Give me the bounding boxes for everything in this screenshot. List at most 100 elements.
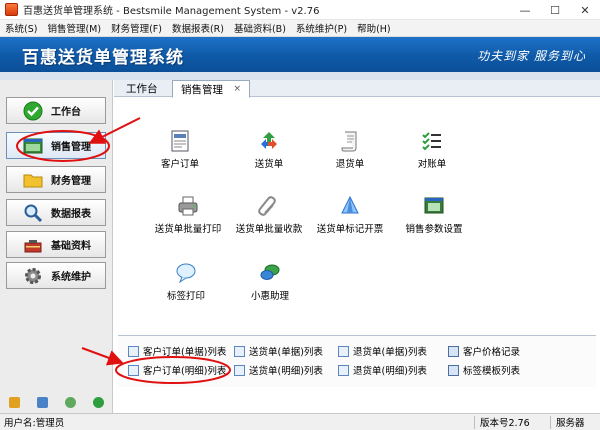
module-label: 对账单	[417, 159, 447, 170]
status-user: 用户名:管理员	[4, 418, 65, 429]
close-button[interactable]: ✕	[570, 0, 600, 20]
link-customer-order-list[interactable]: 客户订单(单据)列表	[128, 344, 226, 358]
module-label: 送货单标记开票	[316, 224, 384, 235]
cone-icon	[339, 195, 361, 217]
tab-workbench[interactable]: 工作台	[118, 80, 166, 97]
sidebar-item-sales[interactable]: 销售管理	[6, 132, 106, 159]
link-label-template[interactable]: 标签模板列表	[448, 363, 520, 377]
maximize-button[interactable]: ☐	[540, 0, 570, 20]
chat-bubbles-icon	[259, 262, 281, 284]
link-customer-price[interactable]: 客户价格记录	[448, 344, 520, 358]
app-icon	[5, 3, 18, 16]
sidebar-item-label: 财务管理	[51, 176, 91, 187]
link-label: 送货单(明细)列表	[249, 366, 323, 377]
title-bar: 百惠送货单管理系统 - Bestsmile Management System …	[0, 0, 600, 20]
list-icon	[448, 345, 459, 357]
module-batch-print[interactable]: 送货单批量打印	[143, 195, 233, 235]
list-icon	[448, 364, 459, 376]
slogan: 功夫到家 服务到心	[477, 49, 586, 63]
tab-label: 工作台	[126, 83, 158, 95]
magnifier-icon	[23, 203, 43, 223]
menu-reports[interactable]: 数据报表(R)	[167, 21, 229, 35]
sidebar-item-label: 基础资料	[51, 241, 91, 252]
link-label: 客户订单(明细)列表	[143, 366, 227, 377]
close-icon[interactable]: ×	[227, 84, 241, 94]
sidebar-footer	[0, 392, 113, 412]
module-assistant[interactable]: 小惠助理	[225, 262, 315, 302]
sidebar-item-label: 销售管理	[51, 142, 91, 153]
link-customer-order-detail[interactable]: 客户订单(明细)列表	[128, 363, 226, 377]
app-title: 百惠送货单管理系统	[22, 48, 184, 68]
main-content: 工作台 销售管理 × 客户订单 送货单 退货单 对账单 送货单批量打印 送货单批…	[114, 80, 600, 413]
menu-system[interactable]: 系统(S)	[0, 21, 42, 35]
module-delivery-note[interactable]: 送货单	[224, 130, 314, 170]
tab-strip: 工作台 销售管理 ×	[114, 80, 600, 98]
module-mark-invoice[interactable]: 送货单标记开票	[305, 195, 395, 235]
status-server: 服务器	[556, 418, 585, 429]
gear-icon	[23, 266, 43, 286]
sidebar-item-basic-data[interactable]: 基础资料	[6, 231, 106, 258]
sidebar-item-label: 系统维护	[51, 272, 91, 283]
info-icon[interactable]	[36, 396, 48, 408]
list-icon	[128, 345, 139, 357]
menu-sales[interactable]: 销售管理(M)	[42, 21, 106, 35]
status-divider	[550, 416, 551, 429]
folder-icon	[23, 170, 43, 190]
tab-label: 销售管理	[181, 83, 223, 96]
window-settings-icon	[423, 195, 445, 217]
sales-window-icon	[23, 136, 43, 156]
module-customer-order[interactable]: 客户订单	[135, 130, 225, 170]
module-batch-collect[interactable]: 送货单批量收款	[224, 195, 314, 235]
status-bar: 用户名:管理员 版本号2.76 服务器	[0, 413, 600, 430]
link-label: 客户订单(单据)列表	[143, 347, 227, 358]
module-label: 小惠助理	[250, 291, 289, 302]
sidebar-item-finance[interactable]: 财务管理	[6, 166, 106, 193]
link-delivery-list[interactable]: 送货单(单据)列表	[234, 344, 323, 358]
sidebar-item-reports[interactable]: 数据报表	[6, 199, 106, 226]
recycle-icon	[258, 130, 280, 152]
menu-finance[interactable]: 财务管理(F)	[106, 21, 167, 35]
link-label: 标签模板列表	[463, 366, 521, 377]
sidebar: 工作台 销售管理 财务管理 数据报表 基础资料 系统维护	[0, 80, 113, 413]
link-label: 送货单(单据)列表	[249, 347, 323, 358]
link-delivery-detail[interactable]: 送货单(明细)列表	[234, 363, 323, 377]
status-divider	[474, 416, 475, 429]
link-return-list[interactable]: 退货单(单据)列表	[338, 344, 427, 358]
list-panel: 客户订单(单据)列表 送货单(单据)列表 退货单(单据)列表 客户价格记录 客户…	[118, 335, 596, 387]
link-label: 客户价格记录	[463, 347, 521, 358]
module-label: 送货单批量打印	[154, 224, 222, 235]
module-label: 销售参数设置	[405, 224, 463, 235]
module-statement[interactable]: 对账单	[387, 130, 477, 170]
status-version: 版本号2.76	[480, 418, 530, 429]
sidebar-item-maintenance[interactable]: 系统维护	[6, 262, 106, 289]
list-icon	[338, 345, 349, 357]
refresh-icon[interactable]	[65, 396, 77, 408]
tab-sales[interactable]: 销售管理 ×	[172, 80, 250, 98]
window-title: 百惠送货单管理系统 - Bestsmile Management System …	[23, 6, 320, 17]
help-icon[interactable]	[93, 396, 105, 408]
list-icon	[128, 364, 139, 376]
module-sales-settings[interactable]: 销售参数设置	[389, 195, 479, 235]
sidebar-item-label: 数据报表	[51, 209, 91, 220]
menu-basic-data[interactable]: 基础资料(B)	[229, 21, 291, 35]
scroll-icon	[339, 130, 361, 152]
window-controls: — ☐ ✕	[510, 0, 600, 20]
menu-help[interactable]: 帮助(H)	[352, 21, 396, 35]
module-return-note[interactable]: 退货单	[305, 130, 395, 170]
module-label: 客户订单	[160, 159, 199, 170]
minimize-button[interactable]: —	[510, 0, 540, 20]
menu-maintenance[interactable]: 系统维护(P)	[291, 21, 352, 35]
module-label: 退货单	[335, 159, 365, 170]
check-circle-icon	[23, 101, 43, 121]
tools-icon	[23, 235, 43, 255]
module-label: 标签打印	[166, 291, 205, 302]
link-return-detail[interactable]: 退货单(明细)列表	[338, 363, 427, 377]
list-icon	[338, 364, 349, 376]
module-label: 送货单批量收款	[235, 224, 303, 235]
checklist-icon	[421, 130, 443, 152]
list-icon	[234, 364, 245, 376]
printer-icon	[177, 195, 199, 217]
module-label-print[interactable]: 标签打印	[141, 262, 231, 302]
sidebar-item-workbench[interactable]: 工作台	[6, 97, 106, 124]
calendar-icon[interactable]	[8, 396, 20, 408]
